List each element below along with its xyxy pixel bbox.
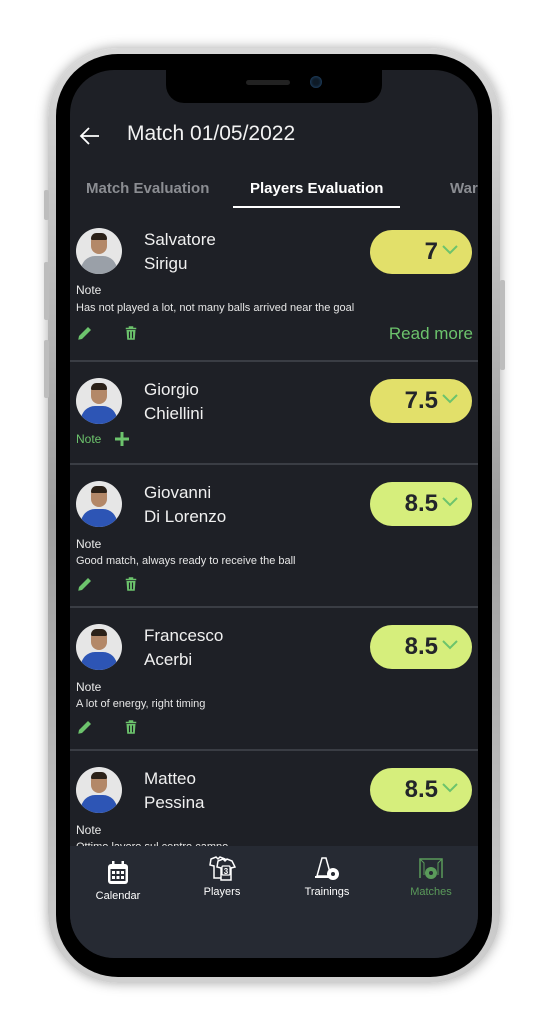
rating-value: 7	[424, 238, 438, 265]
cone-ball-icon	[315, 857, 339, 880]
tab-bar: Match Evaluation Players Evaluation War	[70, 170, 478, 210]
avatar	[76, 624, 122, 670]
player-last-name: Di Lorenzo	[144, 507, 227, 526]
chevron-down-icon	[442, 497, 458, 507]
rating-dropdown[interactable]: 8.5	[370, 625, 472, 669]
pencil-icon[interactable]	[76, 575, 94, 593]
app-screen: Match 01/05/2022 Match Evaluation Player…	[70, 70, 478, 958]
chevron-down-icon	[442, 245, 458, 255]
plus-icon[interactable]	[114, 431, 130, 447]
chevron-down-icon	[442, 783, 458, 793]
active-tab-indicator	[233, 206, 400, 208]
avatar	[76, 481, 122, 527]
note-label: Note	[76, 537, 102, 551]
player-first-name: Giovanni	[144, 483, 212, 502]
player-first-name: Francesco	[144, 626, 224, 645]
pencil-icon[interactable]	[76, 324, 94, 342]
nav-players[interactable]: 3 Players	[177, 856, 267, 898]
chevron-down-icon	[442, 394, 458, 404]
avatar	[76, 378, 122, 424]
phone-volume-down	[44, 340, 49, 398]
rating-value: 8.5	[404, 633, 438, 660]
phone-power-button	[500, 280, 505, 370]
player-last-name: Chiellini	[144, 404, 204, 423]
trash-icon[interactable]	[122, 324, 140, 342]
chevron-down-icon	[442, 640, 458, 650]
calendar-icon	[108, 861, 128, 884]
pencil-icon[interactable]	[76, 718, 94, 736]
nav-calendar[interactable]: Calendar	[73, 860, 163, 902]
back-arrow-icon[interactable]	[78, 124, 102, 148]
player-card: Giovanni Di Lorenzo 8.5 Note Good match,…	[70, 465, 478, 605]
player-card: Matteo Pessina 8.5 Note Ottimo lavoro su…	[70, 751, 478, 846]
read-more-link[interactable]: Read more	[389, 324, 473, 344]
player-last-name: Acerbi	[144, 650, 193, 669]
avatar	[76, 767, 122, 813]
nav-label: Calendar	[95, 890, 141, 902]
bottom-navigation: Calendar 3 Players Trainings Matches	[70, 846, 478, 958]
player-last-name: Pessina	[144, 793, 205, 812]
svg-text:3: 3	[224, 867, 229, 876]
player-first-name: Giorgio	[144, 380, 199, 399]
rating-value: 8.5	[404, 776, 438, 803]
add-note-label[interactable]: Note	[76, 432, 101, 446]
speaker	[246, 80, 290, 85]
nav-label: Players	[203, 886, 241, 898]
player-card: Salvatore Sirigu 7 Note Has not played a…	[70, 220, 478, 360]
phone-silent-switch	[44, 190, 49, 220]
note-label: Note	[76, 680, 102, 694]
player-first-name: Salvatore	[144, 230, 216, 249]
nav-label: Matches	[410, 886, 452, 898]
nav-trainings[interactable]: Trainings	[282, 856, 372, 898]
note-label: Note	[76, 283, 102, 297]
avatar	[76, 228, 122, 274]
trash-icon[interactable]	[122, 575, 140, 593]
player-card: Giorgio Chiellini 7.5 Note	[70, 362, 478, 462]
rating-value: 8.5	[404, 490, 438, 517]
rating-dropdown[interactable]: 8.5	[370, 482, 472, 526]
note-label: Note	[76, 823, 102, 837]
tab-match-evaluation[interactable]: Match Evaluation	[86, 180, 209, 197]
goal-ball-icon	[419, 858, 443, 879]
nav-matches[interactable]: Matches	[386, 856, 476, 898]
rating-value: 7.5	[404, 387, 438, 414]
page-title: Match 01/05/2022	[127, 122, 296, 145]
rating-dropdown[interactable]: 8.5	[370, 768, 472, 812]
player-last-name: Sirigu	[144, 254, 188, 273]
trash-icon[interactable]	[122, 718, 140, 736]
rating-dropdown[interactable]: 7.5	[370, 379, 472, 423]
tab-players-evaluation[interactable]: Players Evaluation	[250, 180, 383, 197]
rating-dropdown[interactable]: 7	[370, 230, 472, 274]
note-text: Good match, always ready to receive the …	[76, 555, 296, 567]
notch	[166, 70, 382, 103]
jerseys-icon: 3	[209, 856, 237, 881]
phone-volume-up	[44, 262, 49, 320]
front-camera	[310, 76, 322, 88]
nav-label: Trainings	[304, 886, 350, 898]
app-header: Match 01/05/2022	[70, 112, 478, 162]
tab-warmup[interactable]: War	[450, 180, 478, 197]
player-card: Francesco Acerbi 8.5 Note A lot of energ…	[70, 608, 478, 748]
note-text: A lot of energy, right timing	[76, 698, 206, 710]
player-first-name: Matteo	[144, 769, 196, 788]
players-list: Salvatore Sirigu 7 Note Has not played a…	[70, 220, 478, 846]
note-text: Has not played a lot, not many balls arr…	[76, 302, 355, 314]
